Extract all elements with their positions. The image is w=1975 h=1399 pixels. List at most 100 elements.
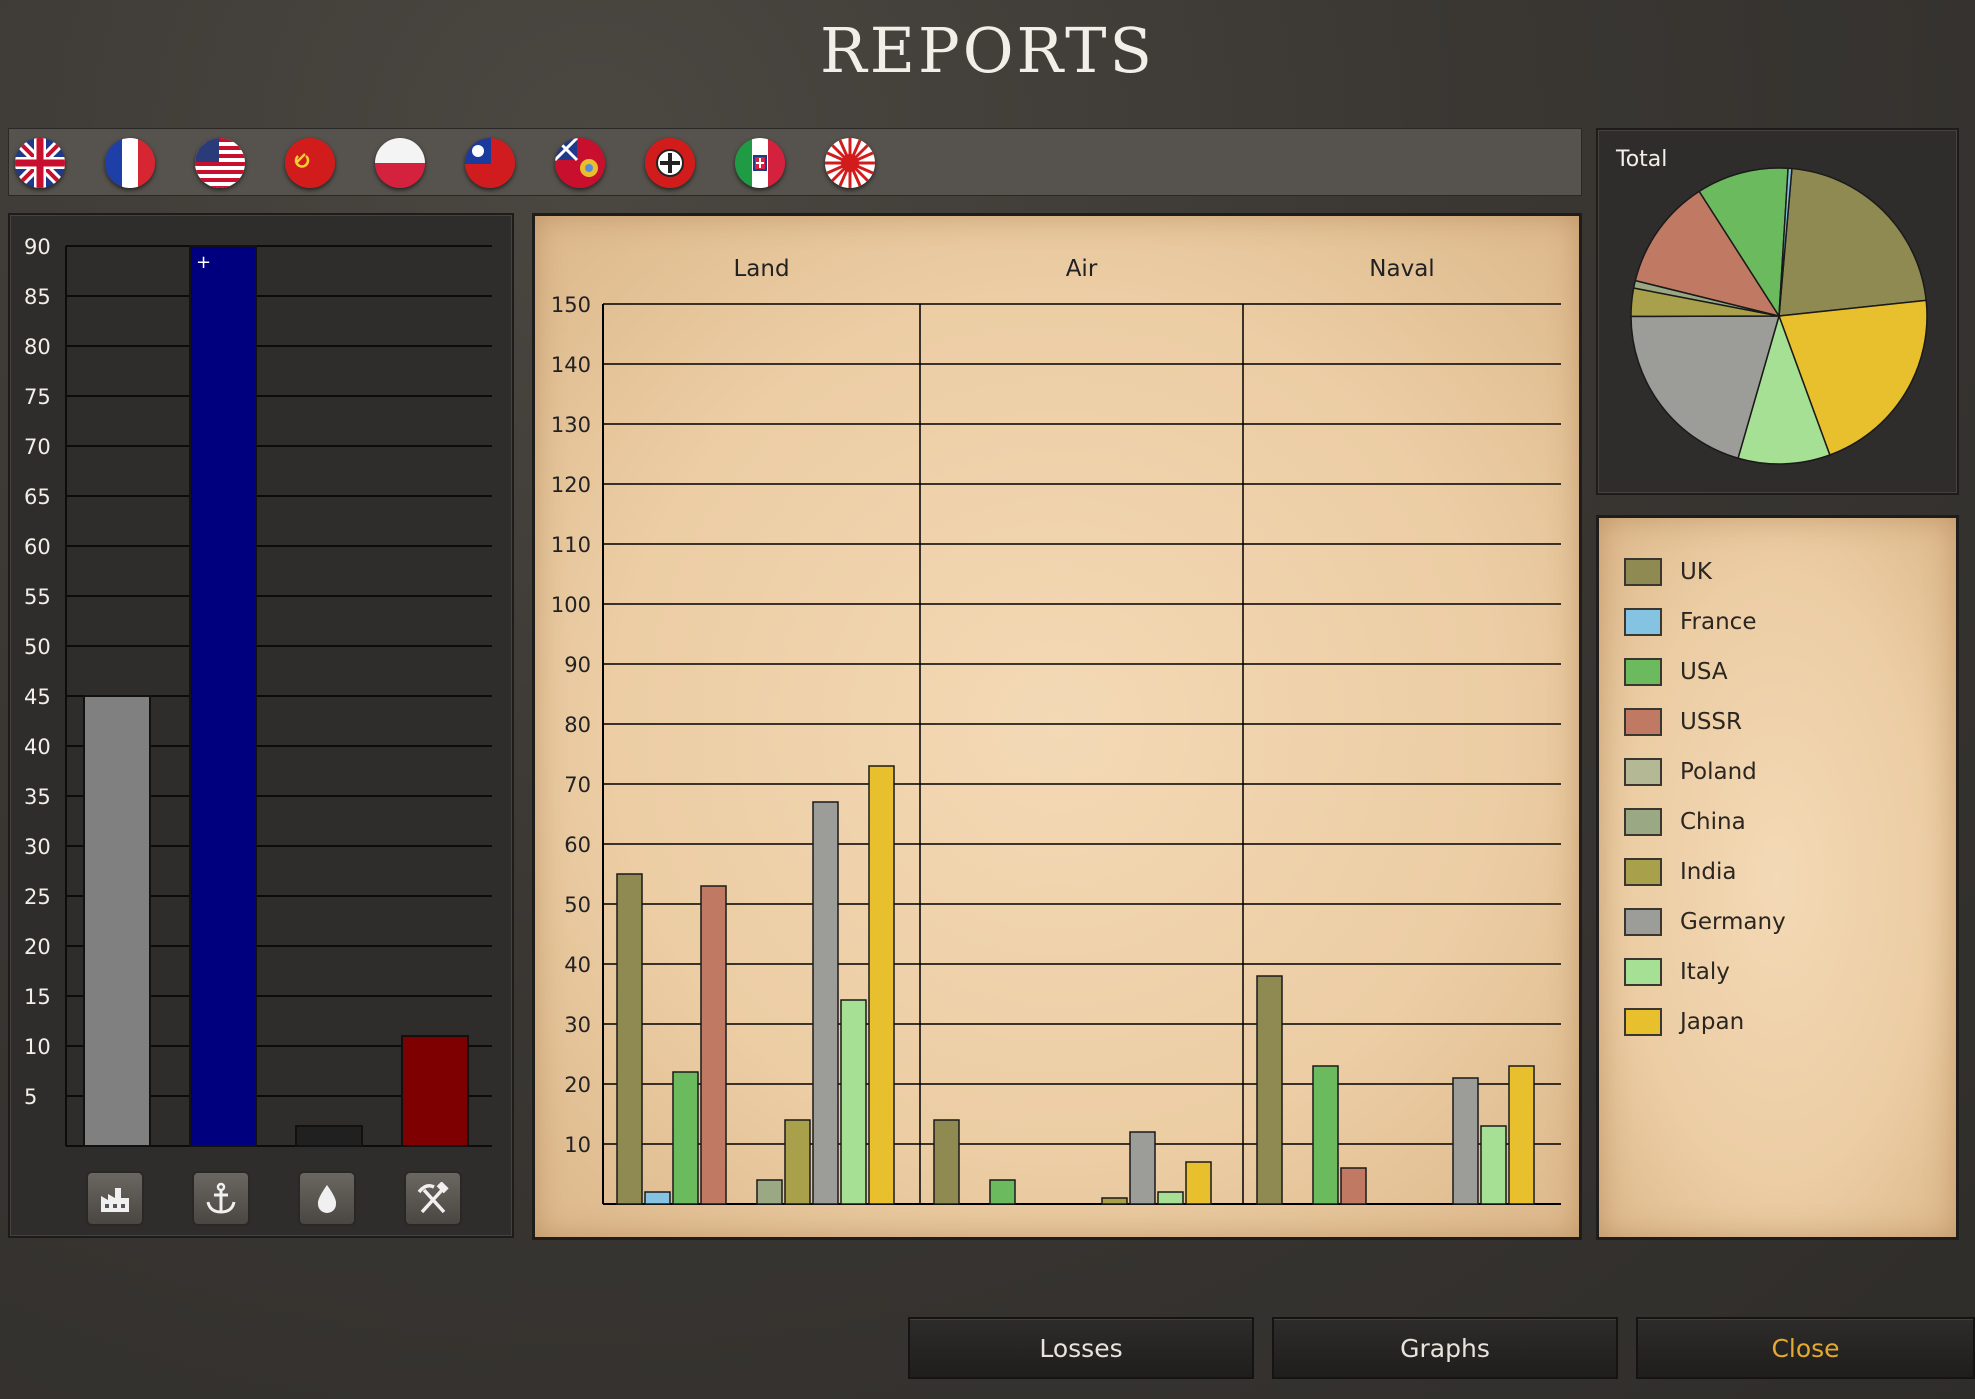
category-label: Land xyxy=(733,256,789,282)
legend-panel: UK France USA USSR Poland China India Germany It… xyxy=(1596,515,1959,1240)
bar-usa-land xyxy=(672,1071,699,1205)
close-button[interactable]: Close xyxy=(1636,1317,1975,1379)
y-tick-label: 110 xyxy=(551,533,591,557)
mining-button[interactable] xyxy=(404,1171,462,1226)
y-tick-label: 80 xyxy=(24,335,51,359)
legend-item: India xyxy=(1624,852,1736,892)
military-bar-chart: 10 20 30 40 50 60 70 80 90 100 110 120 130 140 150 Land… xyxy=(551,256,1561,1205)
anchor-icon xyxy=(206,1182,236,1214)
factory-button[interactable] xyxy=(86,1171,144,1226)
military-chart-panel: 10 20 30 40 50 60 70 80 90 100 110 120 130 140 150 Land… xyxy=(532,213,1582,1240)
ussr-flag-icon[interactable] xyxy=(285,138,335,188)
bar-china-land xyxy=(756,1179,783,1205)
oil-button[interactable] xyxy=(298,1171,356,1226)
bar-italy-naval xyxy=(1480,1125,1507,1205)
bar-germany-land xyxy=(812,801,839,1205)
resource-bar xyxy=(401,1035,469,1147)
legend-label: France xyxy=(1680,609,1757,635)
france-flag-icon[interactable] xyxy=(105,138,155,188)
pickaxe-hammer-icon xyxy=(417,1181,449,1213)
legend-swatch xyxy=(1624,558,1662,586)
china-flag-icon[interactable] xyxy=(465,138,515,188)
y-tick-label: 10 xyxy=(564,1133,591,1157)
resource-bar xyxy=(295,1125,363,1147)
resource-bar xyxy=(83,695,151,1147)
bar-italy-land xyxy=(840,999,867,1205)
legend-swatch xyxy=(1624,1008,1662,1036)
legend-swatch xyxy=(1624,758,1662,786)
bar-japan-land xyxy=(868,765,895,1205)
y-tick-label: 10 xyxy=(24,1035,51,1059)
bar-usa-naval xyxy=(1312,1065,1339,1205)
legend-label: Poland xyxy=(1680,759,1757,785)
anchor-button[interactable] xyxy=(192,1171,250,1226)
pie-title: Total xyxy=(1615,147,1667,172)
legend-label: USSR xyxy=(1680,709,1743,735)
usa-flag-icon[interactable] xyxy=(195,138,245,188)
y-tick-label: 20 xyxy=(24,935,51,959)
legend-item: China xyxy=(1624,802,1746,842)
legend: UK France USA USSR Poland China India Germany It… xyxy=(1622,552,1942,1036)
india-flag-icon[interactable] xyxy=(555,138,605,188)
bar-germany-air xyxy=(1129,1131,1156,1205)
japan-flag-icon[interactable] xyxy=(825,138,875,188)
nation-flag-bar xyxy=(8,128,1582,196)
legend-swatch xyxy=(1624,708,1662,736)
bar-marker: + xyxy=(196,252,211,273)
bar-india-air xyxy=(1101,1197,1128,1205)
legend-swatch xyxy=(1624,658,1662,686)
y-tick-label: 50 xyxy=(564,893,591,917)
legend-swatch xyxy=(1624,958,1662,986)
poland-flag-icon[interactable] xyxy=(375,138,425,188)
bar-uk-naval xyxy=(1256,975,1283,1205)
bar-japan-naval xyxy=(1508,1065,1535,1205)
legend-item: Poland xyxy=(1624,752,1757,792)
total-pie-panel: Total xyxy=(1596,128,1959,495)
resource-bar-chart: 5 10 15 20 25 30 35 40 45 50 55 60 65 70 75 80 85 90 + xyxy=(24,235,492,1147)
bar-france-land xyxy=(644,1191,671,1205)
bar-uk-air xyxy=(933,1119,960,1205)
y-tick-label: 20 xyxy=(564,1073,591,1097)
legend-item: USA xyxy=(1624,652,1728,692)
legend-label: Italy xyxy=(1680,959,1730,985)
legend-swatch xyxy=(1624,608,1662,636)
losses-button[interactable]: Losses xyxy=(908,1317,1254,1379)
y-tick-label: 140 xyxy=(551,353,591,377)
y-tick-label: 50 xyxy=(24,635,51,659)
y-tick-label: 60 xyxy=(24,535,51,559)
y-tick-label: 35 xyxy=(24,785,51,809)
legend-item: Japan xyxy=(1624,1002,1744,1042)
y-tick-label: 85 xyxy=(24,285,51,309)
legend-item: Italy xyxy=(1624,952,1730,992)
uk-flag-icon[interactable] xyxy=(15,138,65,188)
y-tick-label: 75 xyxy=(24,385,51,409)
italy-flag-icon[interactable] xyxy=(735,138,785,188)
y-tick-label: 5 xyxy=(24,1085,37,1109)
bar-ussr-naval xyxy=(1340,1167,1367,1205)
y-tick-label: 150 xyxy=(551,293,591,317)
germany-flag-icon[interactable] xyxy=(645,138,695,188)
y-tick-label: 40 xyxy=(564,953,591,977)
oil-drop-icon xyxy=(317,1184,337,1213)
legend-swatch xyxy=(1624,808,1662,836)
legend-label: China xyxy=(1680,809,1746,835)
pie-slice-uk xyxy=(1778,167,1927,317)
y-tick-label: 65 xyxy=(24,485,51,509)
legend-label: USA xyxy=(1680,659,1728,685)
legend-label: UK xyxy=(1680,559,1712,585)
bar-germany-naval xyxy=(1452,1077,1479,1205)
graphs-button[interactable]: Graphs xyxy=(1272,1317,1618,1379)
total-pie-chart: Total xyxy=(1615,147,1928,465)
y-tick-label: 90 xyxy=(24,235,51,259)
page-title: REPORTS xyxy=(820,14,1155,87)
bar-italy-air xyxy=(1157,1191,1184,1205)
y-tick-label: 15 xyxy=(24,985,51,1009)
legend-label: India xyxy=(1680,859,1737,885)
legend-swatch xyxy=(1624,908,1662,936)
bar-ussr-land xyxy=(700,885,727,1205)
legend-label: Japan xyxy=(1680,1009,1745,1035)
factory-icon xyxy=(101,1187,129,1212)
legend-item: USSR xyxy=(1624,702,1742,742)
bar-india-land xyxy=(784,1119,811,1205)
legend-item: UK xyxy=(1624,552,1712,592)
